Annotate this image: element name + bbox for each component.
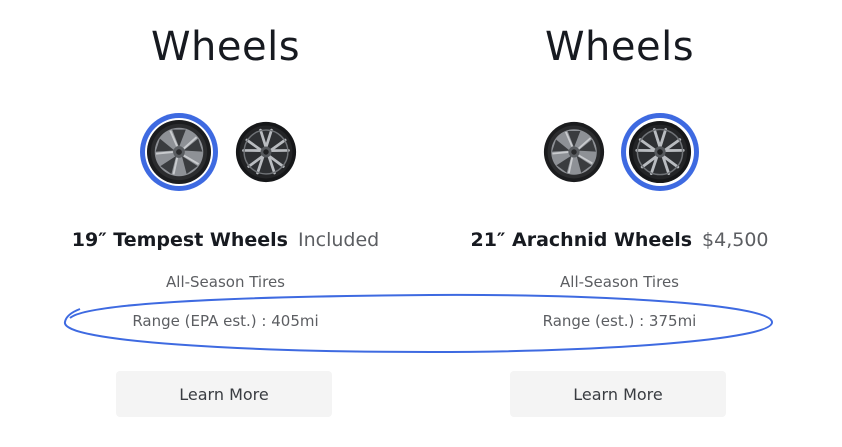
- wheel-name-price: 21″ Arachnid Wheels $4,500: [409, 229, 830, 251]
- learn-more-button[interactable]: Learn More: [116, 371, 332, 417]
- wheels-title: Wheels: [544, 24, 695, 70]
- wheel-option-tempest[interactable]: [535, 113, 613, 191]
- wheels-title: Wheels: [150, 24, 301, 70]
- tires-label: All-Season Tires: [166, 273, 285, 291]
- wheel-name-price: 19″ Tempest Wheels Included: [15, 229, 436, 251]
- learn-more-button[interactable]: Learn More: [510, 371, 726, 417]
- wheel-price: Included: [298, 229, 380, 251]
- range-label: Range (est.) : 375mi: [542, 312, 697, 330]
- arachnid-wheel-icon: [235, 121, 297, 183]
- wheels-panel-right: Wheels 21″ Arachnid Wheels $4,500 All-Sea…: [409, 0, 830, 447]
- arachnid-wheel-icon: [628, 120, 692, 184]
- wheel-option-tempest[interactable]: [140, 113, 218, 191]
- wheel-option-arachnid[interactable]: [621, 113, 699, 191]
- wheel-name: 21″ Arachnid Wheels: [470, 229, 693, 251]
- wheel-price: $4,500: [702, 229, 769, 251]
- range-label: Range (EPA est.) : 405mi: [132, 312, 319, 330]
- tempest-wheel-icon: [146, 119, 212, 185]
- tires-label: All-Season Tires: [560, 273, 679, 291]
- wheels-panel-left: Wheels 19″ Tempest Wheels Included All-Se…: [15, 0, 436, 447]
- wheel-option-arachnid[interactable]: [227, 113, 305, 191]
- tempest-wheel-icon: [543, 121, 605, 183]
- wheel-name: 19″ Tempest Wheels: [71, 229, 288, 251]
